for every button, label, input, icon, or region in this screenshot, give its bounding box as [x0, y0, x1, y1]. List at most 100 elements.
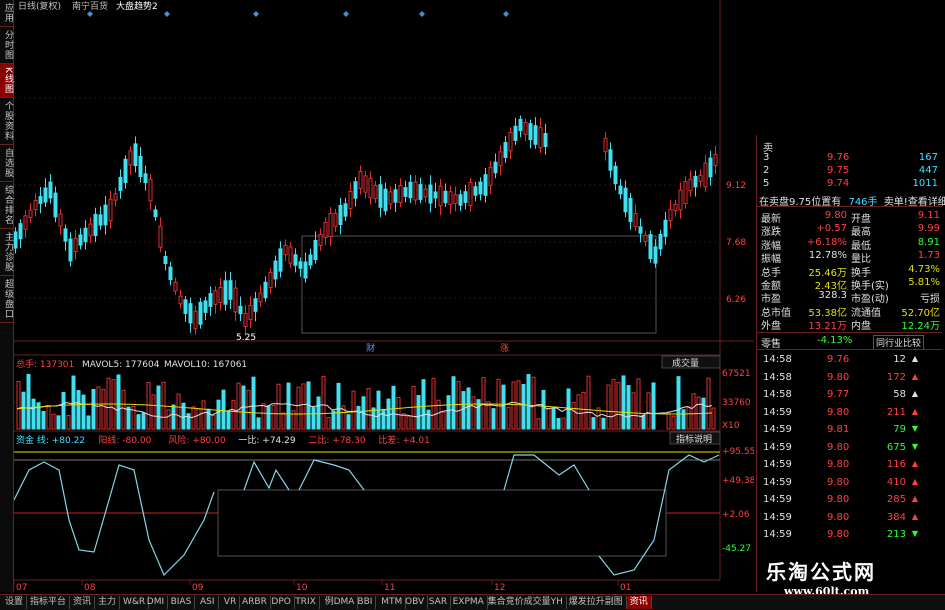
quote-panel: 卖 3 9.76 167 2 9.75 447 5 9.74 1011 在卖盘9.75位置有 74…	[756, 135, 945, 592]
left-tab-3[interactable]: 个股资料	[0, 98, 13, 145]
indicator-value: 一比: +74.29	[238, 434, 295, 446]
indicator-tab-18[interactable]: 集合竞价成交量YH	[485, 596, 567, 609]
candle	[308, 254, 313, 266]
volume-bar	[681, 409, 686, 430]
indicator-tab-12[interactable]: 例DMA	[322, 596, 359, 609]
volume-bar	[391, 385, 396, 430]
volume-ma10: MAVOL10: 167061	[164, 360, 247, 370]
volume-bar	[231, 399, 236, 430]
event-marker[interactable]: 财	[366, 342, 375, 354]
candle	[653, 246, 658, 264]
volume-bar	[601, 417, 606, 430]
left-tab-5[interactable]: 综合排名	[0, 182, 13, 229]
order-book-row: 2 9.75 447	[757, 165, 942, 178]
candle	[633, 212, 638, 228]
indicator-tab-5[interactable]: DMI	[144, 596, 169, 609]
left-tab-2[interactable]: K线图	[0, 64, 13, 98]
volume-bar	[651, 382, 656, 430]
candle	[253, 298, 258, 312]
left-tab-7[interactable]: 超级盘口	[0, 276, 13, 323]
arrow-up-icon: ▲	[911, 406, 918, 416]
indicator-value: 风险: +80.00	[168, 434, 225, 446]
volume-bar	[451, 376, 456, 430]
candle	[18, 223, 23, 240]
volume-bar	[581, 391, 586, 430]
indicator-tab-2[interactable]: 资讯	[70, 596, 96, 609]
volume-bar	[631, 392, 636, 430]
stat-label: 外盘	[761, 321, 781, 333]
volume-bar	[216, 399, 221, 430]
tick-volume: 211	[886, 406, 906, 418]
volume-bar	[511, 381, 516, 430]
indicator-tab-13[interactable]: BBI	[354, 596, 377, 609]
candle	[433, 191, 438, 199]
arrow-up-icon: ▲	[911, 389, 918, 398]
indicator-tab-7[interactable]: ASI	[197, 596, 219, 609]
candle	[628, 197, 633, 223]
chart-canvas[interactable]: 日线(复权) 南宁百货 大盘趋势2 9.12 7.68 6.26 5.25 财 …	[13, 0, 756, 593]
indicator-tab-15[interactable]: OBV	[402, 596, 429, 609]
chart-area[interactable]: 日线(复权) 南宁百货 大盘趋势2 9.12 7.68 6.26 5.25 财 …	[13, 0, 756, 593]
stat-value: +0.57	[816, 223, 847, 235]
candle	[188, 303, 193, 324]
volume-axis-label: 33760	[722, 398, 751, 408]
candle	[373, 185, 378, 199]
indicator-tab-8[interactable]: VR	[221, 596, 241, 609]
candle	[268, 271, 273, 289]
tick-price: 9.80	[827, 511, 850, 523]
candle	[493, 161, 498, 174]
tick-price: 9.80	[827, 459, 850, 470]
order-volume: 167	[918, 152, 938, 163]
indicator-tab-17[interactable]: EXPMA	[450, 596, 488, 609]
arrow-down-icon: ▼	[911, 529, 918, 538]
stat-row: 市盈 328.3 市盈(动) 亏损	[757, 290, 942, 305]
candle	[693, 175, 698, 188]
order-note[interactable]: 在卖盘9.75位置有 746手 卖单!查看详细	[759, 193, 945, 208]
indicator-tab-11[interactable]: TRIX	[292, 596, 320, 609]
candle	[283, 244, 288, 256]
volume-bar	[251, 376, 256, 430]
indicator-tab-19[interactable]: 爆发拉升副图	[566, 596, 627, 609]
candle	[28, 209, 33, 218]
left-tab-4[interactable]: 自选股	[0, 145, 13, 182]
tick-row: 14:59 9.80 675 ▼	[757, 442, 942, 455]
stat-value: 328.3	[818, 290, 847, 302]
volume-bar	[31, 398, 36, 430]
candle	[703, 162, 708, 188]
left-tab-0[interactable]: 应用	[0, 0, 13, 27]
indicator-tab-20[interactable]: 资讯	[626, 596, 652, 609]
left-tab-1[interactable]: 分时图	[0, 27, 13, 64]
volume-bar	[76, 390, 81, 430]
indicator-tab-6[interactable]: BIAS	[168, 596, 196, 609]
stat-value: 9.80	[824, 210, 847, 221]
volume-bar	[151, 394, 156, 430]
indicator-tab-16[interactable]: SAR	[426, 596, 452, 609]
x-axis-label: 11	[384, 583, 395, 592]
candle	[138, 155, 143, 178]
candle	[228, 280, 233, 300]
volume-bar	[321, 376, 326, 430]
volume-bar	[351, 390, 356, 430]
volume-button-label: 成交量	[672, 357, 699, 369]
indicator-tab-9[interactable]: ARBR	[239, 596, 271, 609]
indicator-tab-10[interactable]: DPO	[268, 596, 295, 609]
x-axis-label: 08	[84, 583, 96, 592]
candle	[123, 158, 128, 183]
arrow-up-icon: ▲	[911, 476, 918, 486]
candle	[488, 166, 493, 186]
sector-compare-button[interactable]: 同行业比较	[873, 335, 925, 350]
stat-value: 12.78%	[808, 250, 847, 262]
indicator-tab-3[interactable]: 主力	[95, 596, 121, 609]
candle	[668, 208, 673, 222]
left-tab-6[interactable]: 主力诊股	[0, 229, 13, 276]
indicator-tab-1[interactable]: 指标平台	[27, 596, 71, 609]
candle	[73, 237, 78, 253]
candle	[23, 215, 28, 230]
volume-bar	[101, 388, 106, 430]
indicator-tab-0[interactable]: 设置	[2, 596, 28, 609]
stat-row: 外盘 13.21万 内盘 12.24万	[757, 317, 942, 333]
candle	[323, 222, 328, 238]
event-marker[interactable]: 涨	[500, 343, 509, 354]
volume-bar	[236, 382, 241, 430]
tick-time: 14:58	[763, 389, 792, 400]
